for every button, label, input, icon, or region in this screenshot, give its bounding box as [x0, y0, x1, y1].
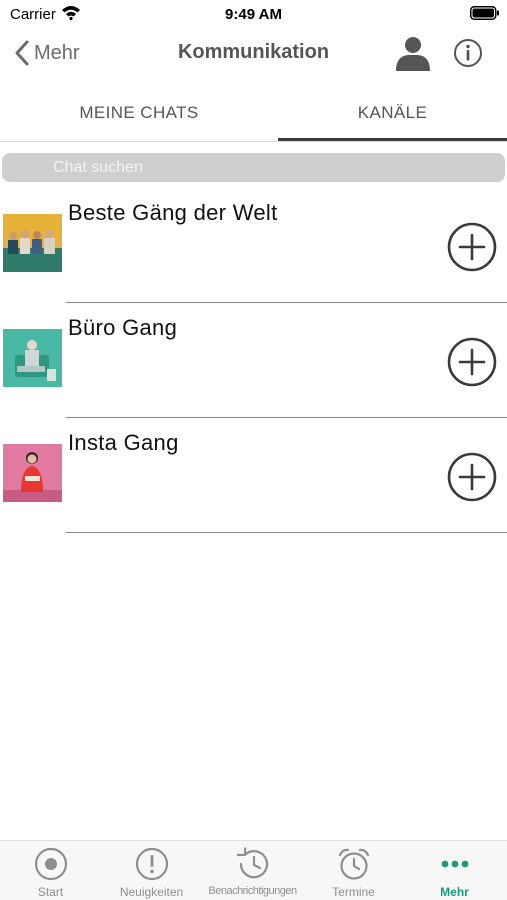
channel-name: Insta Gang [68, 430, 179, 455]
channel-avatar [3, 329, 62, 387]
tab-kanaele[interactable]: KANÄLE [278, 84, 507, 142]
search-bar [2, 153, 505, 182]
channel-tabs: MEINE CHATS KANÄLE [0, 84, 507, 142]
channel-name: Beste Gäng der Welt [68, 200, 278, 225]
history-icon [236, 847, 269, 879]
tab-bar-item-neuigkeiten[interactable]: Neuigkeiten [101, 841, 202, 900]
channel-row[interactable]: Beste Gäng der Welt [0, 188, 507, 303]
plus-circle-icon[interactable] [446, 221, 498, 273]
channel-name: Büro Gang [68, 315, 178, 340]
back-button[interactable]: Mehr [14, 38, 80, 68]
info-icon[interactable] [453, 38, 483, 68]
record-icon [34, 847, 68, 881]
selected-tab-indicator [278, 138, 507, 141]
more-dots-icon [441, 860, 469, 868]
back-label: Mehr [34, 41, 80, 64]
row-divider [66, 531, 507, 533]
exclamation-circle-icon [135, 847, 169, 881]
plus-circle-icon[interactable] [446, 451, 498, 503]
plus-circle-icon[interactable] [446, 336, 498, 388]
tab-bar-item-benachrichtigungen[interactable]: Benachrichtigungen [202, 841, 303, 900]
person-icon[interactable] [394, 34, 432, 72]
bottom-tab-bar: Start Neuigkeiten Benachrichtigungen Ter… [0, 840, 507, 900]
tab-bar-item-start[interactable]: Start [0, 841, 101, 900]
alarm-clock-icon [338, 848, 370, 880]
tab-bar-item-termine[interactable]: Termine [303, 841, 404, 900]
channel-avatar [3, 444, 62, 502]
chevron-left-icon [15, 40, 29, 66]
channel-avatar [3, 214, 62, 272]
channel-row[interactable]: Büro Gang [0, 303, 507, 418]
channel-row[interactable]: Insta Gang [0, 418, 507, 533]
tab-meine-chats[interactable]: MEINE CHATS [0, 84, 278, 142]
navigation-bar: Mehr Kommunikation [0, 28, 507, 80]
tab-bar-label: Mehr [440, 885, 469, 899]
status-bar: Carrier 9:49 AM [0, 0, 507, 28]
battery-icon [470, 6, 499, 20]
clock-label: 9:49 AM [225, 6, 282, 23]
chat-search-input[interactable] [2, 153, 505, 182]
tab-bar-item-mehr[interactable]: Mehr [404, 841, 505, 900]
